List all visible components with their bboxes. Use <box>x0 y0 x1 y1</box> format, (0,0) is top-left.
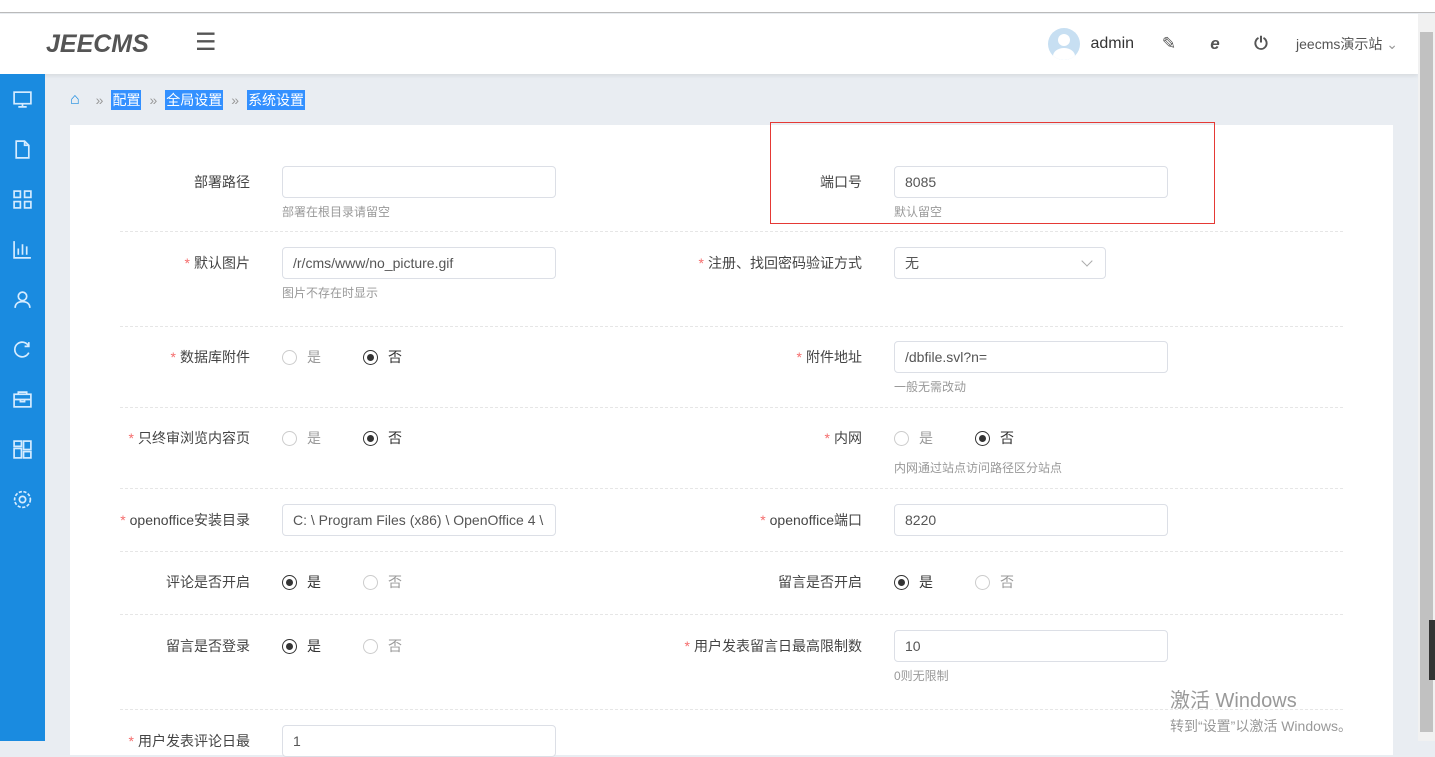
divider <box>120 407 1343 408</box>
box-icon[interactable] <box>0 374 45 424</box>
sidebar <box>0 74 45 741</box>
top-header: JEECMS ☰ admin ✎ e ⏻ jeecms演示站 ⌄ <box>0 14 1418 74</box>
guestbook-limit-hint: 0则无限制 <box>894 669 949 683</box>
default-pic-hint: 图片不存在时显示 <box>282 286 379 300</box>
radio-yes[interactable]: 是 <box>894 572 933 592</box>
monitor-icon[interactable] <box>0 74 45 124</box>
deploy-path-hint: 部署在根目录请留空 <box>282 205 391 219</box>
power-icon[interactable]: ⏻ <box>1250 34 1272 54</box>
deploy-path-label: 部署路径 <box>194 174 250 190</box>
final-review-label: * 只终审浏览内容页 <box>128 430 250 446</box>
radio-no[interactable]: 否 <box>363 428 402 448</box>
deploy-path-input[interactable] <box>282 166 556 198</box>
menu-toggle-icon[interactable]: ☰ <box>195 28 217 57</box>
highlight-box <box>770 122 1215 224</box>
divider <box>120 231 1343 232</box>
chart-icon[interactable] <box>0 224 45 274</box>
chevron-down-icon: ⌄ <box>1386 36 1398 52</box>
radio-yes[interactable]: 是 <box>282 572 321 592</box>
browser-e-icon[interactable]: e <box>1204 34 1226 54</box>
gear-icon[interactable] <box>0 474 45 524</box>
radio-yes[interactable]: 是 <box>282 347 321 367</box>
document-icon[interactable] <box>0 124 45 174</box>
db-attach-label: * 数据库附件 <box>170 349 250 365</box>
guestbook-login-label: 留言是否登录 <box>166 638 250 654</box>
oo-port-label: * openoffice端口 <box>760 512 862 528</box>
oo-port-input[interactable]: 8220 <box>894 504 1168 536</box>
user-edit-icon[interactable]: ✎ <box>1158 34 1180 54</box>
windows-activation-watermark: 激活 Windows 转到“设置”以激活 Windows。 <box>1170 684 1352 736</box>
divider <box>120 326 1343 327</box>
radio-no[interactable]: 否 <box>363 347 402 367</box>
radio-yes[interactable]: 是 <box>282 428 321 448</box>
comment-on-radios: 是 否 <box>282 566 444 598</box>
comment-on-label: 评论是否开启 <box>166 574 250 590</box>
avatar[interactable] <box>1048 28 1081 60</box>
guestbook-login-radios: 是 否 <box>282 630 444 662</box>
guestbook-on-label: 留言是否开启 <box>778 574 862 590</box>
guestbook-on-radios: 是 否 <box>894 566 1056 598</box>
watermark-subtitle: 转到“设置”以激活 Windows。 <box>1170 718 1353 734</box>
verify-label: * 注册、找回密码验证方式 <box>698 255 862 271</box>
chevron-double-icon: » <box>95 92 104 108</box>
logo: JEECMS <box>46 30 149 58</box>
default-pic-label: * 默认图片 <box>184 255 250 271</box>
divider <box>120 614 1343 615</box>
intranet-hint: 内网通过站点访问路径区分站点 <box>894 461 1063 475</box>
verify-select[interactable]: 无 <box>894 247 1106 279</box>
comment-limit-label: * 用户发表评论日最 <box>128 733 250 749</box>
divider <box>120 551 1343 552</box>
user-icon[interactable] <box>0 274 45 324</box>
refresh-icon[interactable] <box>0 324 45 374</box>
final-review-radios: 是 否 <box>282 422 444 454</box>
default-pic-input[interactable]: /r/cms/www/no_picture.gif <box>282 247 556 279</box>
breadcrumb-item[interactable]: 系统设置 <box>247 90 306 110</box>
watermark-title: 激活 Windows <box>1170 690 1297 712</box>
guestbook-limit-input[interactable]: 10 <box>894 630 1168 662</box>
side-rail <box>1429 620 1435 680</box>
radio-yes[interactable]: 是 <box>282 636 321 656</box>
chevron-double-icon: » <box>149 92 158 108</box>
db-attach-radios: 是 否 <box>282 341 444 373</box>
oo-dir-label: * openoffice安装目录 <box>120 512 250 528</box>
radio-no[interactable]: 否 <box>363 572 402 592</box>
intranet-label: * 内网 <box>824 430 862 446</box>
oo-dir-input[interactable]: C: \ Program Files (x86) \ OpenOffice 4 … <box>282 504 556 536</box>
home-icon[interactable]: ⌂ <box>70 91 80 109</box>
divider <box>120 488 1343 489</box>
radio-no[interactable]: 否 <box>975 572 1014 592</box>
radio-yes[interactable]: 是 <box>894 428 933 448</box>
radio-no[interactable]: 否 <box>975 428 1014 448</box>
grid-icon[interactable] <box>0 174 45 224</box>
breadcrumb-item[interactable]: 全局设置 <box>165 90 224 110</box>
breadcrumb-item[interactable]: 配置 <box>111 90 142 110</box>
guestbook-limit-label: * 用户发表留言日最高限制数 <box>684 638 862 654</box>
attach-url-hint: 一般无需改动 <box>894 380 967 394</box>
username[interactable]: admin <box>1090 35 1134 53</box>
site-name: jeecms演示站 <box>1296 36 1383 52</box>
site-selector[interactable]: jeecms演示站 ⌄ <box>1296 34 1398 54</box>
intranet-radios: 是 否 <box>894 422 1056 454</box>
attach-url-label: * 附件地址 <box>796 349 862 365</box>
radio-no[interactable]: 否 <box>363 636 402 656</box>
browser-bookmarks-bar <box>0 0 1435 13</box>
chevron-double-icon: » <box>231 92 240 108</box>
attach-url-input[interactable]: /dbfile.svl?n= <box>894 341 1168 373</box>
divider <box>120 709 1343 710</box>
breadcrumb: ⌂ » 配置 » 全局设置 » 系统设置 <box>70 90 306 110</box>
dashboard-icon[interactable] <box>0 424 45 474</box>
comment-limit-input[interactable]: 1 <box>282 725 556 757</box>
